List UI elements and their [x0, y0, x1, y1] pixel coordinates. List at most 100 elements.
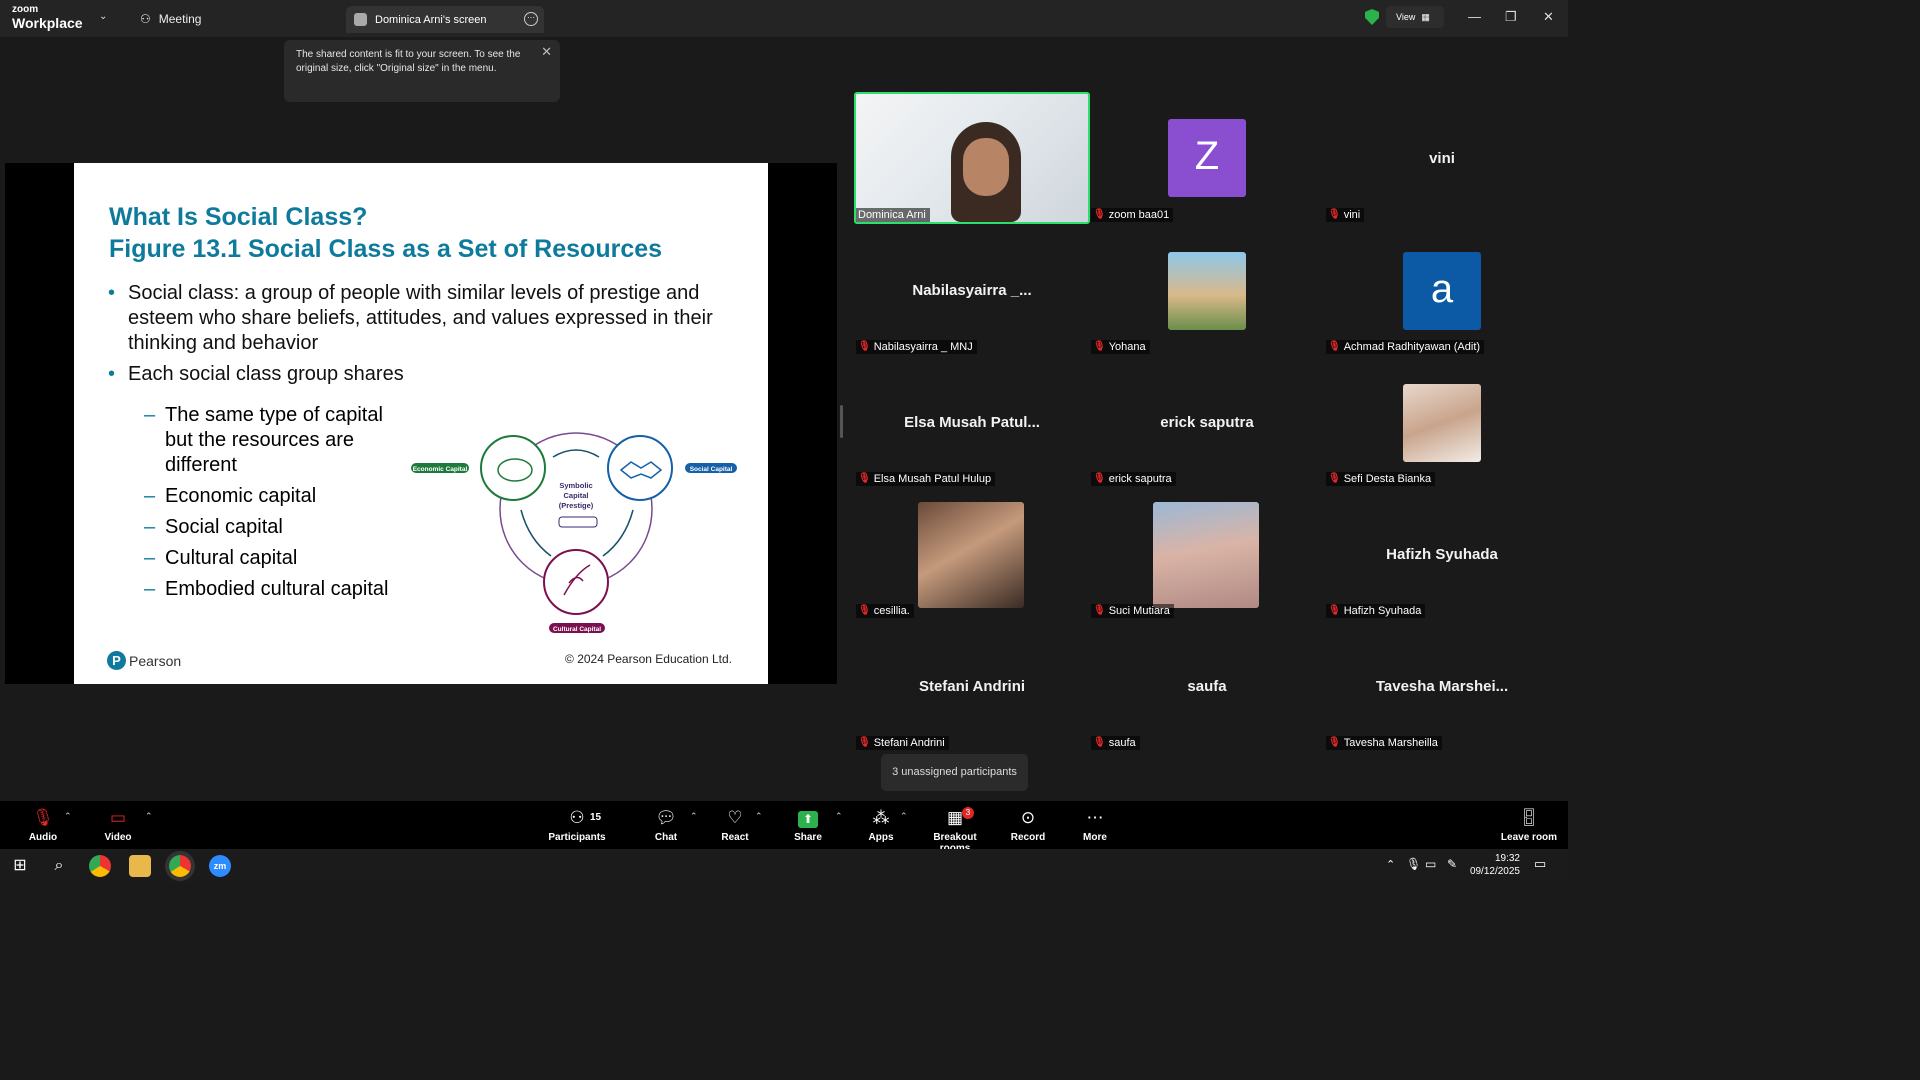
participant-name: 🎙︎ Hafizh Syuhada [1326, 604, 1426, 618]
participant-tile[interactable]: Elsa Musah Patul... 🎙︎ Elsa Musah Patul H… [854, 356, 1090, 488]
participant-tile[interactable]: 🎙︎ Sefi Desta Bianka [1324, 356, 1560, 488]
avatar-photo [1168, 252, 1246, 330]
slide-title-line2: Figure 13.1 Social Class as a Set of Res… [109, 235, 663, 263]
chevron-up-icon[interactable]: ⌃ [900, 811, 908, 822]
chevron-up-icon[interactable]: ⌃ [755, 811, 763, 822]
share-button[interactable]: ⬆ Share [790, 807, 826, 843]
avatar-photo [918, 502, 1024, 608]
chat-button[interactable]: 💬︎ Chat [650, 807, 682, 843]
unassigned-participants-toast[interactable]: 3 unassigned participants [881, 754, 1028, 791]
participant-tile[interactable]: Dominica Arni [854, 92, 1090, 224]
mic-icon[interactable]: 🎙︎ [1406, 857, 1421, 871]
zoom-taskbar-icon[interactable]: zm [209, 855, 231, 877]
chevron-down-icon[interactable]: ⌄ [99, 11, 107, 22]
participant-tile[interactable]: 🎙︎ cesillia. [854, 488, 1090, 620]
meeting-menu[interactable]: ⚇ Meeting [140, 12, 201, 26]
record-icon: ⊙ [1020, 808, 1036, 827]
participant-display-name: Nabilasyairra _... [912, 282, 1032, 299]
participant-tile[interactable]: saufa 🎙︎ saufa [1089, 620, 1325, 752]
video-button[interactable]: ▭ Video [100, 807, 136, 843]
clock-time: 19:32 [1494, 853, 1520, 864]
minimize-icon[interactable]: — [1468, 9, 1481, 24]
view-button[interactable]: View ▦ [1386, 6, 1444, 28]
mic-off-icon: 🎙︎ [1328, 737, 1341, 748]
sub-bullet-item: Cultural capital [144, 546, 404, 571]
participant-tile[interactable]: Stefani Andrini 🎙︎ Stefani Andrini [854, 620, 1090, 752]
record-label: Record [1010, 832, 1046, 843]
participant-name-text: zoom baa01 [1108, 209, 1170, 221]
breakout-rooms-button[interactable]: ▦Breakout rooms [918, 807, 992, 854]
close-icon[interactable]: ✕ [1543, 9, 1554, 25]
apps-button[interactable]: ⁂ Apps [865, 807, 897, 843]
notifications-icon[interactable]: ▭ [1534, 856, 1546, 872]
chevron-up-icon[interactable]: ⌃ [690, 811, 698, 822]
participant-tile[interactable]: a 🎙︎ Achmad Radhityawan (Adit) [1324, 224, 1560, 356]
chrome-icon[interactable] [89, 855, 111, 877]
economic-capital-label: Economic Capital [413, 466, 468, 473]
close-icon[interactable]: ✕ [541, 45, 552, 59]
file-explorer-icon[interactable] [129, 855, 151, 877]
network-icon[interactable]: ▭ [1425, 857, 1436, 871]
participant-tile[interactable]: vini 🎙︎ vini [1324, 92, 1560, 224]
chevron-up-icon[interactable]: ⌃ [64, 811, 72, 822]
participant-display-name: erick saputra [1160, 414, 1254, 431]
pen-icon[interactable]: ✎ [1447, 857, 1457, 871]
shared-screen[interactable]: What Is Social Class? Figure 13.1 Social… [5, 163, 837, 684]
participant-tile[interactable]: erick saputra 🎙︎ erick saputra [1089, 356, 1325, 488]
share-icon: ⬆ [790, 807, 826, 829]
copyright: © 2024 Pearson Education Ltd. [565, 652, 732, 666]
mic-off-icon: 🎙︎ [858, 605, 871, 616]
restore-icon[interactable]: ❐ [1505, 9, 1517, 25]
heart-icon: ♡ [727, 808, 743, 827]
participant-tile[interactable]: Nabilasyairra _... 🎙︎ Nabilasyairra _ MNJ [854, 224, 1090, 356]
participant-display-name: saufa [1187, 678, 1227, 695]
participant-name: 🎙︎ saufa [1091, 736, 1140, 750]
audio-button[interactable]: 🎙︎ Audio [24, 807, 62, 843]
participant-name: 🎙︎ zoom baa01 [1091, 208, 1174, 222]
record-button[interactable]: ⊙ Record [1010, 807, 1046, 843]
apps-icon: ⁂ [872, 808, 890, 827]
participant-name-text: Sefi Desta Bianka [1343, 473, 1432, 485]
tray-chevron-icon[interactable]: ⌃ [1386, 858, 1395, 871]
windows-start-icon[interactable]: ⊞ [9, 855, 31, 877]
presenter-avatar [354, 13, 367, 26]
participant-name-text: vini [1343, 209, 1361, 221]
react-button[interactable]: ♡ React [718, 807, 752, 843]
shared-screen-label: Dominica Arni's screen [375, 13, 487, 26]
participant-name-text: Achmad Radhityawan (Adit) [1343, 341, 1481, 353]
zoom-logo[interactable]: zoom Workplace [12, 5, 83, 31]
participant-tile[interactable]: Hafizh Syuhada 🎙︎ Hafizh Syuhada [1324, 488, 1560, 620]
participant-tile[interactable]: Tavesha Marshei... 🎙︎ Tavesha Marsheilla [1324, 620, 1560, 752]
participant-tile[interactable]: Z 🎙︎ zoom baa01 [1089, 92, 1325, 224]
participant-tile[interactable]: 🎙︎ Suci Mutiara [1089, 488, 1325, 620]
search-icon[interactable]: ⌕ [48, 855, 70, 877]
more-options-icon[interactable]: ··· [524, 12, 538, 26]
participant-name: 🎙︎ Stefani Andrini [856, 736, 949, 750]
video-off-icon: ▭ [109, 808, 127, 827]
mic-off-icon: 🎙︎ [1093, 605, 1106, 616]
participant-name-text: Suci Mutiara [1108, 605, 1170, 617]
avatar-photo [1153, 502, 1259, 608]
chrome-active-icon[interactable] [169, 855, 191, 877]
participant-name: 🎙︎ vini [1326, 208, 1365, 222]
participant-tile[interactable]: 🎙︎ Yohana [1089, 224, 1325, 356]
participants-group-icon: ⚇ [140, 12, 151, 26]
participant-name-text: Dominica Arni [858, 209, 926, 221]
resize-handle[interactable] [840, 405, 843, 438]
chevron-up-icon[interactable]: ⌃ [835, 811, 843, 822]
shield-icon[interactable] [1365, 9, 1379, 25]
leave-room-button[interactable]: 🚪︎ Leave room [1500, 807, 1558, 843]
zoom-app: zoom Workplace ⌄ ⚇ Meeting Dominica Arni… [0, 0, 1568, 882]
mic-off-icon: 🎙︎ [858, 341, 871, 352]
mic-off-icon: 🎙︎ [1328, 473, 1341, 484]
participant-name: Dominica Arni [856, 208, 930, 222]
participant-display-name: Stefani Andrini [918, 678, 1026, 695]
bullet-item: Each social class group shares [108, 362, 738, 387]
more-button[interactable]: ⋯ More [1080, 807, 1110, 843]
video-feed [854, 92, 1090, 224]
system-clock[interactable]: 19:32 09/12/2025 [1470, 852, 1520, 878]
chevron-up-icon[interactable]: ⌃ [145, 811, 153, 822]
shared-screen-tab[interactable]: Dominica Arni's screen ··· [346, 6, 544, 33]
clock-date: 09/12/2025 [1469, 866, 1520, 877]
arrow-social-cultural [602, 509, 634, 557]
